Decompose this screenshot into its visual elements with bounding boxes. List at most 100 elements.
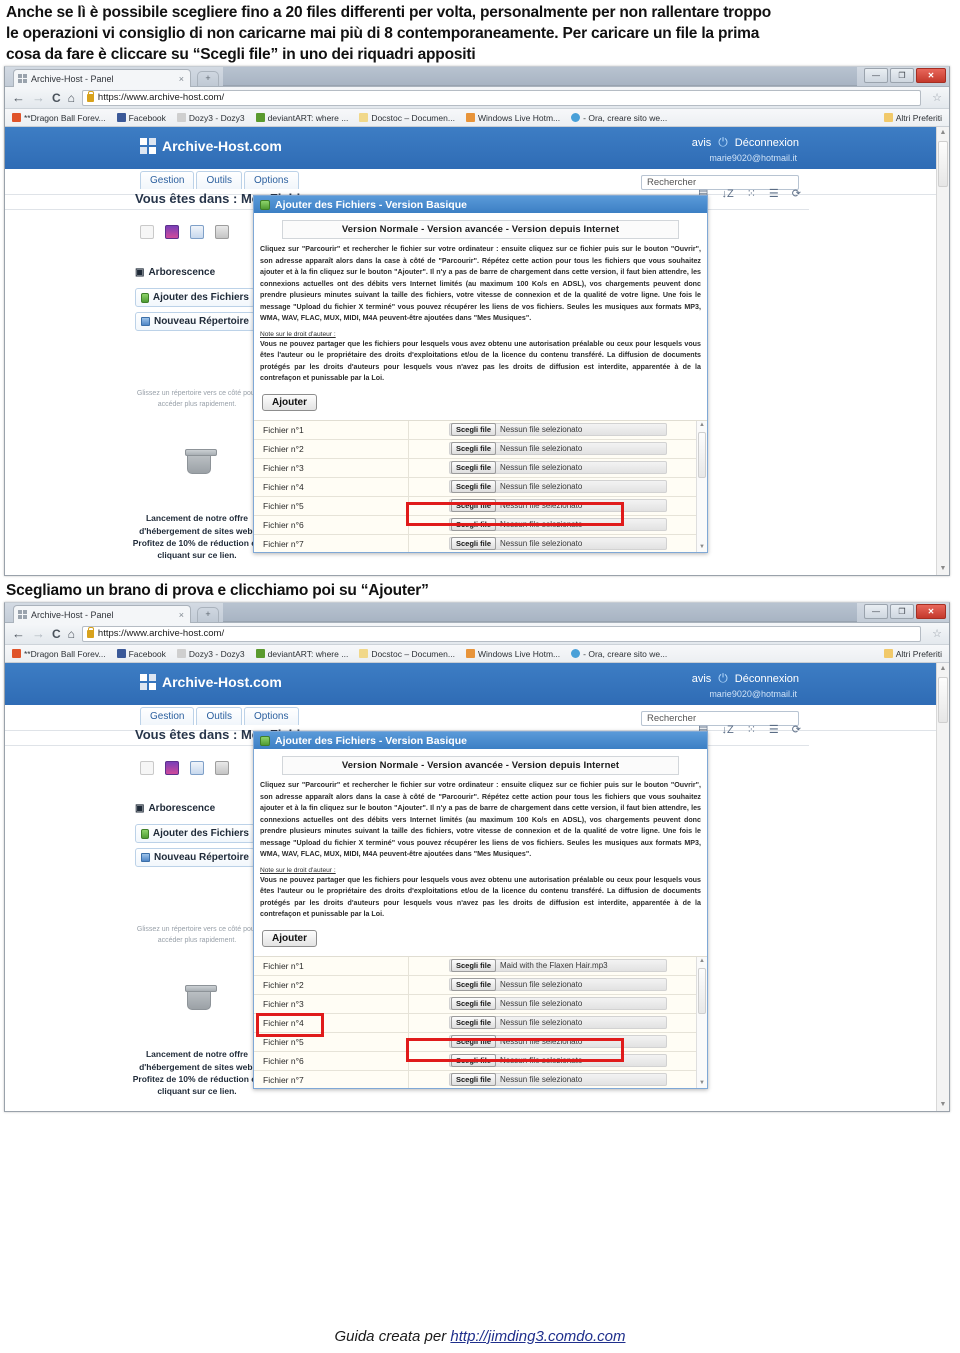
scroll-up-icon[interactable]: ▲: [697, 957, 707, 966]
address-bar[interactable]: https://www.archive-host.com/: [81, 625, 922, 642]
page-scrollbar[interactable]: ▲ ▼: [936, 663, 949, 1112]
forward-icon[interactable]: →: [32, 91, 45, 104]
other-bookmarks-folder[interactable]: Altri Preferiti: [883, 113, 942, 123]
page-icon[interactable]: [140, 761, 154, 776]
choose-file-button[interactable]: Scegli file: [451, 1054, 497, 1068]
file-input[interactable]: Scegli file Nessun file selezionato: [449, 518, 667, 532]
scrollbar-thumb[interactable]: [938, 141, 948, 188]
bookmark-item[interactable]: Dozy3 - Dozy3: [176, 113, 245, 123]
tab-gestion[interactable]: Gestion: [140, 707, 195, 726]
bookmark-item[interactable]: Windows Live Hotm...: [465, 649, 560, 659]
file-list-scrollbar[interactable]: ▲ ▼: [696, 956, 707, 1088]
details-icon[interactable]: ☰: [769, 723, 779, 736]
image-icon[interactable]: [165, 225, 179, 240]
tab-outils[interactable]: Outils: [196, 171, 243, 190]
file-list-scrollbar[interactable]: ▲ ▼: [696, 420, 707, 552]
close-tab-icon[interactable]: ×: [177, 610, 186, 620]
close-window-button[interactable]: ✕: [916, 68, 946, 84]
page-scrollbar[interactable]: ▲ ▼: [936, 127, 949, 576]
archive-icon[interactable]: [215, 225, 229, 240]
scrollbar-thumb[interactable]: [698, 431, 706, 478]
scroll-down-icon[interactable]: ▼: [937, 563, 949, 575]
choose-file-button[interactable]: Scegli file: [451, 959, 497, 973]
scroll-up-icon[interactable]: ▲: [937, 127, 949, 139]
browser-tab[interactable]: Archive-Host - Panel ×: [13, 605, 191, 624]
logout-link[interactable]: Déconnexion: [735, 137, 799, 149]
file-input[interactable]: Scegli file Nessun file selezionato: [449, 1073, 667, 1087]
maximize-button[interactable]: ❐: [890, 604, 914, 620]
minimize-button[interactable]: —: [864, 604, 888, 620]
choose-file-button[interactable]: Scegli file: [451, 978, 497, 992]
forward-icon[interactable]: →: [32, 627, 45, 640]
version-selector[interactable]: Version Normale - Version avancée - Vers…: [282, 220, 679, 240]
file-input[interactable]: Scegli file Nessun file selezionato: [449, 442, 667, 456]
scroll-down-icon[interactable]: ▼: [697, 1079, 707, 1088]
choose-file-button[interactable]: Scegli file: [451, 461, 497, 475]
scrollbar-thumb[interactable]: [938, 677, 948, 724]
back-icon[interactable]: ←: [12, 627, 25, 640]
choose-file-button[interactable]: Scegli file: [451, 1016, 497, 1030]
scroll-up-icon[interactable]: ▲: [697, 421, 707, 430]
tab-gestion[interactable]: Gestion: [140, 171, 195, 190]
refresh-icon[interactable]: ⟳: [792, 187, 801, 200]
new-tab-button[interactable]: +: [197, 71, 219, 87]
site-logo[interactable]: Archive-Host.com: [140, 138, 282, 155]
page-icon[interactable]: [140, 225, 154, 240]
tab-options[interactable]: Options: [244, 707, 299, 726]
ajouter-button[interactable]: Ajouter: [262, 929, 317, 947]
tree-view-toggle[interactable]: ▣ Arborescence: [135, 267, 255, 278]
new-tab-button[interactable]: +: [197, 607, 219, 623]
details-icon[interactable]: ☰: [769, 187, 779, 200]
add-files-button[interactable]: Ajouter des Fichiers: [135, 824, 255, 844]
bookmark-item[interactable]: Facebook: [116, 113, 166, 123]
choose-file-button[interactable]: Scegli file: [451, 518, 497, 532]
address-bar[interactable]: https://www.archive-host.com/: [81, 89, 922, 106]
sort-az-icon[interactable]: ↓Z: [721, 724, 733, 736]
bookmark-star-icon[interactable]: ☆: [932, 627, 942, 640]
archive-icon[interactable]: [215, 761, 229, 776]
file-input[interactable]: Scegli file Maid with the Flaxen Hair.mp…: [449, 959, 667, 973]
file-input[interactable]: Scegli file Nessun file selezionato: [449, 1035, 667, 1049]
choose-file-button[interactable]: Scegli file: [451, 1035, 497, 1049]
file-input[interactable]: Scegli file Nessun file selezionato: [449, 978, 667, 992]
footer-link[interactable]: http://jimding3.comdo.com: [450, 1328, 625, 1345]
reload-icon[interactable]: C: [52, 92, 61, 104]
close-tab-icon[interactable]: ×: [177, 74, 186, 84]
document-icon[interactable]: [190, 225, 204, 240]
file-input[interactable]: Scegli file Nessun file selezionato: [449, 499, 667, 513]
image-icon[interactable]: [165, 761, 179, 776]
filter-icon[interactable]: ⁙: [747, 723, 756, 736]
promo-text[interactable]: Lancement de notre offre d'hébergement d…: [131, 512, 263, 561]
bookmark-item[interactable]: - Ora, creare sito we...: [571, 113, 667, 123]
bookmark-item[interactable]: Windows Live Hotm...: [465, 113, 560, 123]
scroll-up-icon[interactable]: ▲: [937, 663, 949, 675]
browser-tab[interactable]: Archive-Host - Panel ×: [13, 69, 191, 88]
sort-az-icon[interactable]: ↓Z: [721, 188, 733, 200]
file-input[interactable]: Scegli file Nessun file selezionato: [449, 461, 667, 475]
bookmark-item[interactable]: **Dragon Ball Forev...: [12, 649, 106, 659]
choose-file-button[interactable]: Scegli file: [451, 1073, 497, 1087]
file-input[interactable]: Scegli file Nessun file selezionato: [449, 1054, 667, 1068]
bookmark-item[interactable]: Facebook: [116, 649, 166, 659]
tab-options[interactable]: Options: [244, 171, 299, 190]
minimize-button[interactable]: —: [864, 68, 888, 84]
tab-outils[interactable]: Outils: [196, 707, 243, 726]
file-input[interactable]: Scegli file Nessun file selezionato: [449, 423, 667, 437]
trash-icon[interactable]: [185, 449, 217, 475]
file-input[interactable]: Scegli file Nessun file selezionato: [449, 537, 667, 551]
choose-file-button[interactable]: Scegli file: [451, 997, 497, 1011]
bookmark-item[interactable]: Docstoc – Documen...: [359, 649, 455, 659]
site-logo[interactable]: Archive-Host.com: [140, 674, 282, 691]
filter-icon[interactable]: ⁙: [747, 187, 756, 200]
scroll-down-icon[interactable]: ▼: [937, 1099, 949, 1111]
bookmark-item[interactable]: Docstoc – Documen...: [359, 113, 455, 123]
bookmark-star-icon[interactable]: ☆: [932, 91, 942, 104]
file-input[interactable]: Scegli file Nessun file selezionato: [449, 1016, 667, 1030]
file-input[interactable]: Scegli file Nessun file selezionato: [449, 480, 667, 494]
close-window-button[interactable]: ✕: [916, 604, 946, 620]
choose-file-button[interactable]: Scegli file: [451, 423, 497, 437]
choose-file-button[interactable]: Scegli file: [451, 480, 497, 494]
back-icon[interactable]: ←: [12, 91, 25, 104]
home-icon[interactable]: ⌂: [68, 628, 75, 640]
reload-icon[interactable]: C: [52, 628, 61, 640]
